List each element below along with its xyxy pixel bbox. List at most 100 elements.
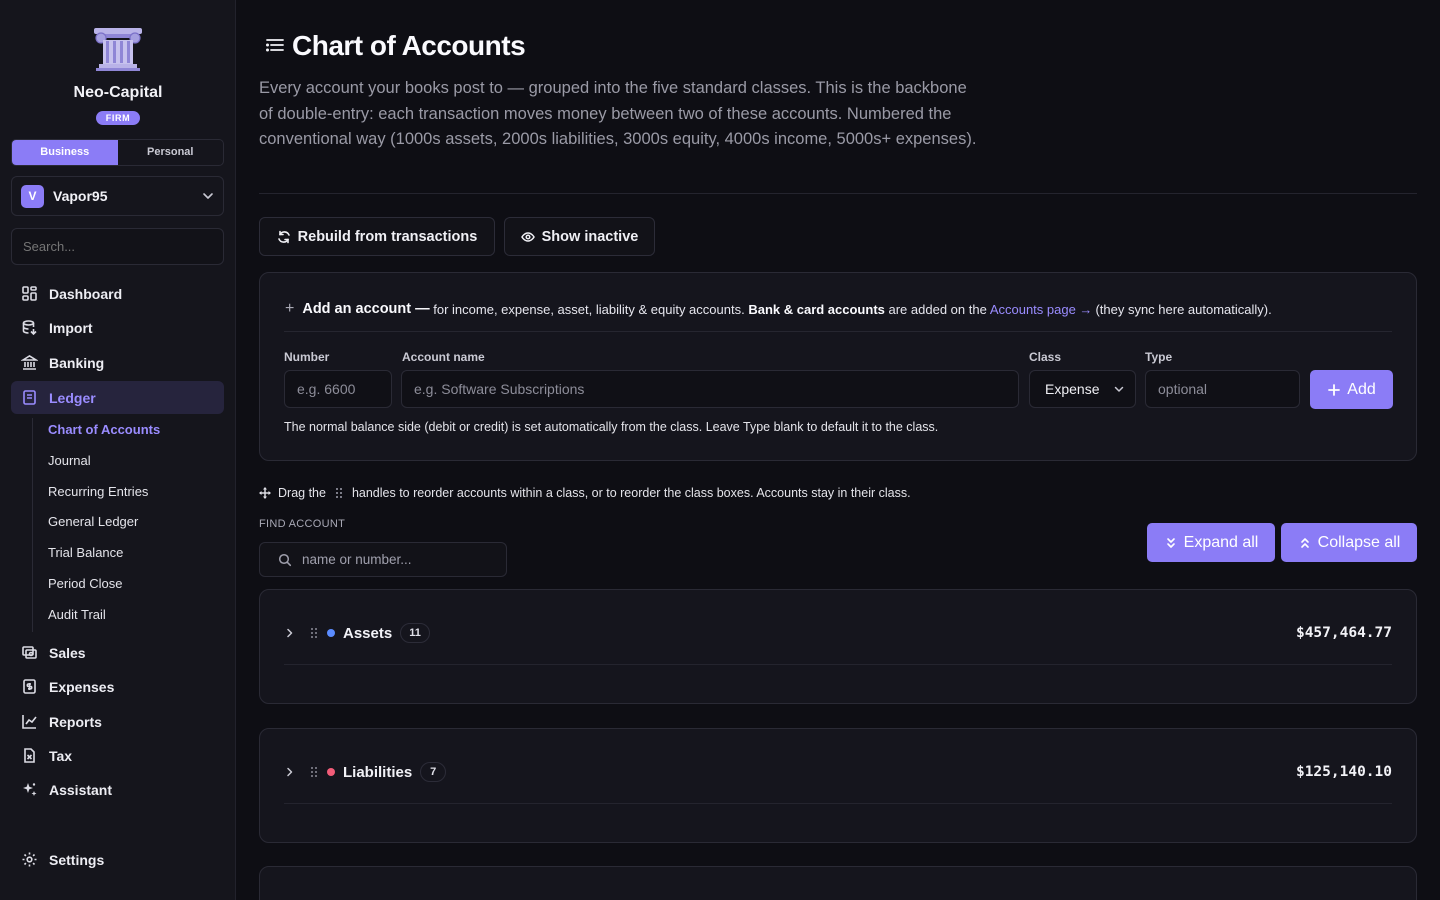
rebuild-button[interactable]: Rebuild from transactions — [259, 217, 495, 256]
class-header[interactable]: Liabilities 7 $125,140.10 — [284, 757, 1392, 787]
add-account-desc: for income, expense, asset, liability & … — [433, 301, 745, 317]
class-box-liabilities: Liabilities 7 $125,140.10 — [259, 728, 1417, 843]
nav-label: Settings — [49, 851, 105, 868]
mode-toggle: Business Personal — [11, 139, 224, 166]
class-total: $125,140.10 — [1295, 764, 1392, 780]
find-account-label: FIND ACCOUNT — [259, 518, 346, 530]
page-header: Chart of Accounts — [264, 30, 526, 62]
collapse-all-label: Collapse all — [1317, 533, 1401, 551]
number-label: Number — [284, 350, 330, 364]
class-color-dot — [327, 629, 335, 637]
add-account-button[interactable]: Add — [1310, 370, 1393, 409]
nav-label: Ledger — [49, 389, 96, 406]
account-name-field[interactable]: e.g. Software Subscriptions — [401, 370, 1019, 408]
sparkles-icon — [23, 783, 37, 796]
divider — [284, 664, 1392, 665]
sub-item-recurring-entries[interactable]: Recurring Entries — [48, 484, 148, 499]
business-mode-button[interactable]: Business — [12, 140, 118, 165]
expand-all-button[interactable]: Expand all — [1147, 523, 1275, 562]
nav-item-settings[interactable]: Settings — [11, 843, 224, 876]
add-account-title: Add an account — — [302, 301, 430, 317]
class-total: $457,464.77 — [1295, 625, 1392, 641]
nav-item-import[interactable]: Import — [11, 311, 224, 344]
collapse-all-button[interactable]: Collapse all — [1281, 523, 1417, 562]
nav-label: Assistant — [49, 781, 113, 798]
class-header[interactable]: Assets 11 $457,464.77 — [284, 618, 1392, 648]
nav-item-dashboard[interactable]: Dashboard — [11, 277, 224, 310]
account-count-badge: 7 — [420, 762, 447, 782]
show-inactive-button[interactable]: Show inactive — [504, 217, 655, 256]
database-import-icon — [22, 320, 37, 336]
personal-mode-button[interactable]: Personal — [118, 140, 224, 165]
page-title: Chart of Accounts — [292, 30, 526, 61]
gear-icon — [22, 852, 37, 867]
show-inactive-label: Show inactive — [541, 228, 639, 245]
find-account-input[interactable]: name or number... — [259, 542, 507, 577]
account-count-badge: 11 — [400, 623, 430, 643]
find-account-placeholder: name or number... — [302, 552, 412, 567]
expand-all-label: Expand all — [1183, 533, 1259, 551]
account-number-field[interactable]: e.g. 6600 — [284, 370, 392, 408]
sidebar: Neo-Capital FIRM Business Personal V Vap… — [0, 0, 236, 900]
chevron-right-icon[interactable] — [284, 627, 296, 639]
nav-item-ledger[interactable]: Ledger — [11, 381, 224, 414]
grip-vertical-icon[interactable] — [309, 626, 319, 640]
account-type-field[interactable]: optional — [1145, 370, 1300, 408]
class-label: Class — [1029, 350, 1062, 364]
sales-cards-icon — [22, 646, 37, 659]
class-select[interactable]: Expense — [1029, 370, 1136, 408]
add-account-panel: + Add an account — for income, expense, … — [259, 272, 1417, 461]
nav-label: Banking — [49, 354, 105, 371]
receipt-dollar-icon — [23, 679, 36, 694]
nav-item-expenses[interactable]: Expenses — [11, 670, 224, 703]
submenu-guide-line — [32, 418, 33, 632]
drag-hint-after: handles to reorder accounts within a cla… — [351, 486, 911, 500]
accounts-page-link[interactable]: Accounts page → — [990, 302, 1093, 317]
refresh-icon — [277, 230, 290, 243]
ledger-book-icon — [23, 390, 36, 405]
bank-accounts-note: Bank & card accounts — [748, 301, 885, 317]
plus-icon: + — [285, 300, 295, 317]
chevron-down-icon — [203, 193, 213, 199]
chevron-right-icon[interactable] — [284, 766, 296, 778]
bank-icon — [21, 355, 38, 370]
chart-line-icon — [22, 715, 37, 729]
sub-item-audit-trail[interactable]: Audit Trail — [48, 607, 106, 622]
divider — [259, 193, 1417, 194]
sub-item-journal[interactable]: Journal — [48, 453, 91, 468]
drag-hint-before: Drag the — [278, 486, 326, 500]
add-account-header: + Add an account — for income, expense, … — [285, 300, 1272, 318]
class-name: Assets — [343, 624, 393, 642]
main-content: Chart of Accounts Every account your boo… — [236, 0, 1440, 900]
sub-item-general-ledger[interactable]: General Ledger — [48, 514, 138, 529]
sidebar-search-input[interactable] — [11, 228, 224, 265]
class-color-dot — [327, 768, 335, 776]
nav-label: Reports — [49, 713, 102, 730]
nav-item-banking[interactable]: Banking — [11, 346, 224, 379]
nav-item-tax[interactable]: Tax — [11, 739, 224, 772]
nav-label: Import — [49, 319, 93, 336]
chevrons-up-icon — [1300, 537, 1309, 548]
normal-balance-note: The normal balance side (debit or credit… — [284, 420, 939, 434]
rebuild-button-label: Rebuild from transactions — [297, 228, 478, 245]
sub-item-period-close[interactable]: Period Close — [48, 576, 122, 591]
class-box-next — [259, 866, 1417, 900]
sub-item-trial-balance[interactable]: Trial Balance — [48, 545, 123, 560]
plus-icon — [1328, 383, 1341, 396]
class-select-value: Expense — [1045, 381, 1100, 397]
nav-item-assistant[interactable]: Assistant — [11, 773, 224, 806]
eye-icon — [520, 231, 535, 242]
org-selector[interactable]: V Vapor95 — [11, 176, 224, 216]
drag-hint: Drag the handles to reorder accounts wit… — [259, 486, 911, 500]
grip-vertical-icon[interactable] — [309, 765, 319, 779]
class-name: Liabilities — [343, 763, 413, 781]
nav-item-reports[interactable]: Reports — [11, 705, 224, 738]
org-name: Vapor95 — [53, 188, 108, 204]
chevrons-down-icon — [1166, 537, 1175, 548]
list-tree-icon — [266, 39, 284, 52]
search-icon — [278, 553, 292, 566]
chevron-down-icon — [1114, 386, 1124, 392]
nav-item-sales[interactable]: Sales — [11, 636, 224, 669]
sub-item-chart-of-accounts[interactable]: Chart of Accounts — [48, 422, 160, 437]
divider — [284, 803, 1392, 804]
